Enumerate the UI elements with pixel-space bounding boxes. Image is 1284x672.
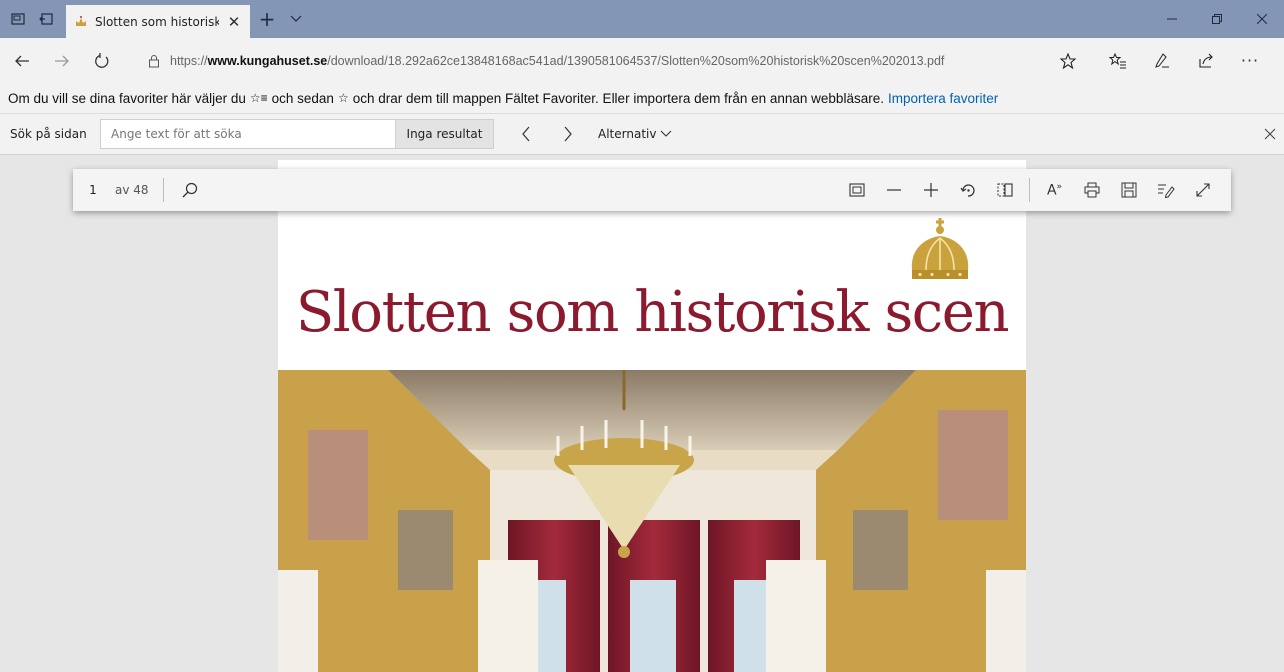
refresh-icon (95, 52, 109, 68)
star-icon (1060, 52, 1076, 69)
set-aside-button[interactable] (32, 0, 60, 38)
find-on-page-bar: Sök på sidan Inga resultat Alternativ (0, 113, 1284, 155)
arrow-right-icon (55, 55, 69, 66)
new-tab-button[interactable]: + (250, 0, 284, 38)
rotate-button[interactable] (949, 172, 986, 208)
two-page-layout-icon (997, 183, 1013, 197)
favorites-hint-bar: Om du vill se dina favoriter här väljer … (0, 83, 1284, 113)
pdf-search-button[interactable] (178, 182, 202, 198)
zoom-in-button[interactable] (912, 172, 949, 208)
more-icon: ··· (1240, 51, 1260, 70)
toolbar-divider (162, 178, 164, 202)
plus-icon (923, 183, 938, 197)
close-icon (1256, 14, 1267, 24)
rotate-icon (960, 184, 975, 197)
title-bar: Slotten som historisk sc ✕ + (0, 0, 1284, 38)
search-icon (182, 182, 197, 198)
document-title: Slotten som historisk scen (295, 280, 1010, 345)
pdf-viewer[interactable]: Slotten som historisk scen 1 av 48 A» (0, 155, 1284, 672)
window-controls (1149, 0, 1284, 38)
active-tab[interactable]: Slotten som historisk sc ✕ (66, 5, 250, 38)
toolbar-right: ··· (1096, 43, 1272, 79)
page-number-input[interactable]: 1 (73, 183, 113, 197)
favorites-star-icon: ☆ (337, 91, 349, 105)
tab-aside-icon (11, 13, 25, 25)
tabs-aside-button[interactable] (4, 0, 32, 38)
pdf-toolbar: 1 av 48 A» (73, 169, 1231, 211)
find-result-status: Inga resultat (396, 119, 494, 149)
share-icon (1199, 53, 1213, 68)
add-notes-button[interactable] (1147, 172, 1184, 208)
crown-icon (76, 15, 86, 26)
restore-button[interactable] (1194, 0, 1239, 38)
url-host: www.kungahuset.se (207, 53, 328, 68)
minus-icon (886, 189, 901, 191)
fit-to-page-icon (848, 183, 865, 197)
chevron-left-icon (522, 126, 530, 142)
close-window-button[interactable] (1239, 0, 1284, 38)
find-close-button[interactable] (1256, 128, 1284, 140)
minimize-icon (1166, 18, 1177, 20)
find-label: Sök på sidan (10, 127, 87, 141)
page-layout-button[interactable] (986, 172, 1023, 208)
find-previous-button[interactable] (508, 119, 544, 149)
zoom-out-button[interactable] (875, 172, 912, 208)
favorites-button[interactable] (1096, 43, 1140, 79)
navigation-bar: https://www.kungahuset.se/download/18.29… (0, 38, 1284, 83)
address-bar[interactable]: https://www.kungahuset.se/download/18.29… (140, 46, 1090, 76)
back-button[interactable] (4, 43, 40, 79)
favorites-hint-text-before: Om du vill se dina favoriter här väljer … (8, 90, 246, 106)
pen-icon (1155, 52, 1169, 68)
find-options-label: Alternativ (598, 127, 657, 141)
tab-preview-button[interactable] (284, 0, 308, 38)
url-text[interactable]: https://www.kungahuset.se/download/18.29… (170, 54, 1044, 68)
fullscreen-button[interactable] (1184, 172, 1221, 208)
chevron-down-icon (661, 130, 672, 137)
close-icon (1264, 128, 1276, 140)
share-button[interactable] (1184, 43, 1228, 79)
tab-close-button[interactable]: ✕ (226, 13, 242, 31)
lock-icon (149, 54, 159, 67)
fullscreen-icon (1195, 183, 1210, 197)
favorites-list-icon: ☆≡ (249, 91, 268, 105)
favorites-hint-text-middle: och sedan (271, 90, 334, 106)
chevron-down-icon (290, 15, 302, 22)
favorites-icon (1109, 52, 1126, 68)
tab-title: Slotten som historisk sc (95, 14, 219, 29)
arrow-left-icon (15, 55, 29, 66)
save-button[interactable] (1110, 172, 1147, 208)
toolbar-divider (1029, 178, 1030, 202)
set-aside-icon (39, 13, 53, 25)
find-options-dropdown[interactable]: Alternativ (598, 127, 672, 141)
pdf-toolbar-actions: A» (838, 172, 1231, 208)
minimize-button[interactable] (1149, 0, 1194, 38)
print-button[interactable] (1073, 172, 1110, 208)
web-notes-button[interactable] (1140, 43, 1184, 79)
forward-button[interactable] (44, 43, 80, 79)
find-input[interactable] (100, 119, 396, 149)
plus-icon: + (258, 7, 276, 31)
read-aloud-button[interactable]: A» (1036, 172, 1073, 208)
pdf-page: Slotten som historisk scen (278, 160, 1026, 672)
add-favorite-button[interactable] (1054, 52, 1082, 69)
fit-page-button[interactable] (838, 172, 875, 208)
restore-icon (1211, 14, 1222, 24)
notes-pen-icon (1157, 184, 1175, 198)
cover-photo-interior (278, 370, 1026, 672)
url-scheme: https:// (170, 53, 208, 68)
favorites-hint-text-after: och drar dem till mappen Fältet Favorite… (352, 90, 884, 106)
more-button[interactable]: ··· (1228, 43, 1272, 79)
url-path: /download/18.292a62ce13848168ac541ad/139… (327, 53, 945, 68)
page-total: av 48 (115, 183, 149, 197)
printer-icon (1084, 182, 1099, 198)
import-favorites-link[interactable]: Importera favoriter (888, 91, 998, 106)
royal-crown-emblem (911, 218, 969, 279)
read-aloud-icon: A» (1046, 181, 1063, 199)
refresh-button[interactable] (84, 43, 120, 79)
find-next-button[interactable] (550, 119, 586, 149)
save-icon (1121, 182, 1136, 198)
chevron-right-icon (564, 126, 572, 142)
